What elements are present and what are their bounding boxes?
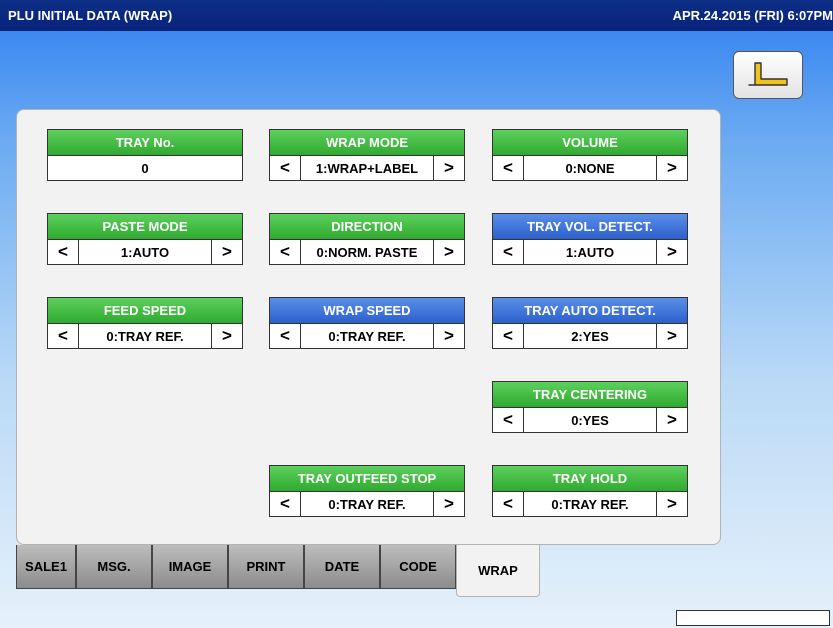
direction-field: DIRECTION < 0:NORM. PASTE > — [269, 213, 465, 265]
tab-wrap[interactable]: WRAP — [456, 545, 540, 597]
prev-arrow-button[interactable]: < — [493, 324, 524, 348]
prev-arrow-button[interactable]: < — [270, 156, 301, 180]
prev-arrow-button[interactable]: < — [48, 240, 79, 264]
tray-auto-detect-value: 2:YES — [571, 328, 609, 344]
prev-arrow-button[interactable]: < — [493, 492, 524, 516]
next-arrow-button[interactable]: > — [656, 156, 687, 180]
next-arrow-button[interactable]: > — [211, 324, 242, 348]
tray-vol-detect-value: 1:AUTO — [565, 244, 615, 260]
tray-auto-detect-field: TRAY AUTO DETECT. < 2:YES > — [492, 297, 688, 349]
tray-vol-detect-field: TRAY VOL. DETECT. < 1:AUTO > — [492, 213, 688, 265]
prev-arrow-button[interactable]: < — [270, 240, 301, 264]
tray-outfeed-stop-field: TRAY OUTFEED STOP < 0:TRAY REF. > — [269, 465, 465, 517]
tab-date[interactable]: DATE — [304, 545, 380, 589]
tray-centering-value: 0:YES — [571, 412, 609, 428]
paste-mode-field: PASTE MODE < 1:AUTO > — [47, 213, 243, 265]
next-arrow-button[interactable]: > — [433, 156, 464, 180]
page-title: PLU INITIAL DATA (WRAP) — [8, 8, 173, 23]
back-button[interactable] — [733, 51, 803, 99]
field-label: FEED SPEED — [47, 297, 243, 323]
next-arrow-button[interactable]: > — [433, 240, 464, 264]
tray-no-input[interactable]: 0 — [47, 155, 243, 181]
datetime-display: APR.24.2015 (FRI) 6:07PM — [672, 8, 833, 23]
next-arrow-button[interactable]: > — [433, 324, 464, 348]
next-arrow-button[interactable]: > — [211, 240, 242, 264]
tab-print[interactable]: PRINT — [228, 545, 304, 589]
field-label: TRAY HOLD — [492, 465, 688, 491]
field-label: WRAP MODE — [269, 129, 465, 155]
field-label: TRAY No. — [47, 129, 243, 155]
wrap-speed-value: 0:TRAY REF. — [328, 328, 406, 344]
next-arrow-button[interactable]: > — [656, 408, 687, 432]
tab-sale1[interactable]: SALE1 — [16, 545, 76, 589]
wrap-speed-field: WRAP SPEED < 0:TRAY REF. > — [269, 297, 465, 349]
prev-arrow-button[interactable]: < — [493, 156, 524, 180]
volume-field: VOLUME < 0:NONE > — [492, 129, 688, 181]
back-arrow-icon — [748, 62, 788, 86]
wrap-mode-field: WRAP MODE < 1:WRAP+LABEL > — [269, 129, 465, 181]
paste-mode-value: 1:AUTO — [120, 244, 170, 260]
prev-arrow-button[interactable]: < — [270, 492, 301, 516]
volume-value: 0:NONE — [565, 160, 615, 176]
tab-code[interactable]: CODE — [380, 545, 456, 589]
next-arrow-button[interactable]: > — [656, 240, 687, 264]
field-label: VOLUME — [492, 129, 688, 155]
next-arrow-button[interactable]: > — [656, 324, 687, 348]
field-label: TRAY AUTO DETECT. — [492, 297, 688, 323]
tray-centering-field: TRAY CENTERING < 0:YES > — [492, 381, 688, 433]
direction-value: 0:NORM. PASTE — [316, 244, 418, 260]
field-label: DIRECTION — [269, 213, 465, 239]
prev-arrow-button[interactable]: < — [48, 324, 79, 348]
title-bar: PLU INITIAL DATA (WRAP) APR.24.2015 (FRI… — [0, 0, 833, 31]
prev-arrow-button[interactable]: < — [270, 324, 301, 348]
feed-speed-value: 0:TRAY REF. — [106, 328, 184, 344]
tab-image[interactable]: IMAGE — [152, 545, 228, 589]
status-box — [676, 610, 830, 626]
prev-arrow-button[interactable]: < — [493, 408, 524, 432]
field-label: TRAY CENTERING — [492, 381, 688, 407]
tab-msg[interactable]: MSG. — [76, 545, 152, 589]
next-arrow-button[interactable]: > — [656, 492, 687, 516]
field-label: WRAP SPEED — [269, 297, 465, 323]
tray-no-field: TRAY No. 0 — [47, 129, 243, 181]
field-label: PASTE MODE — [47, 213, 243, 239]
wrap-mode-value: 1:WRAP+LABEL — [315, 160, 419, 176]
feed-speed-field: FEED SPEED < 0:TRAY REF. > — [47, 297, 243, 349]
next-arrow-button[interactable]: > — [433, 492, 464, 516]
settings-panel: TRAY No. 0 WRAP MODE < 1:WRAP+LABEL > VO… — [16, 109, 721, 545]
tray-hold-value: 0:TRAY REF. — [551, 496, 629, 512]
field-label: TRAY OUTFEED STOP — [269, 465, 465, 491]
tray-hold-field: TRAY HOLD < 0:TRAY REF. > — [492, 465, 688, 517]
field-label: TRAY VOL. DETECT. — [492, 213, 688, 239]
prev-arrow-button[interactable]: < — [493, 240, 524, 264]
tray-outfeed-stop-value: 0:TRAY REF. — [328, 496, 406, 512]
